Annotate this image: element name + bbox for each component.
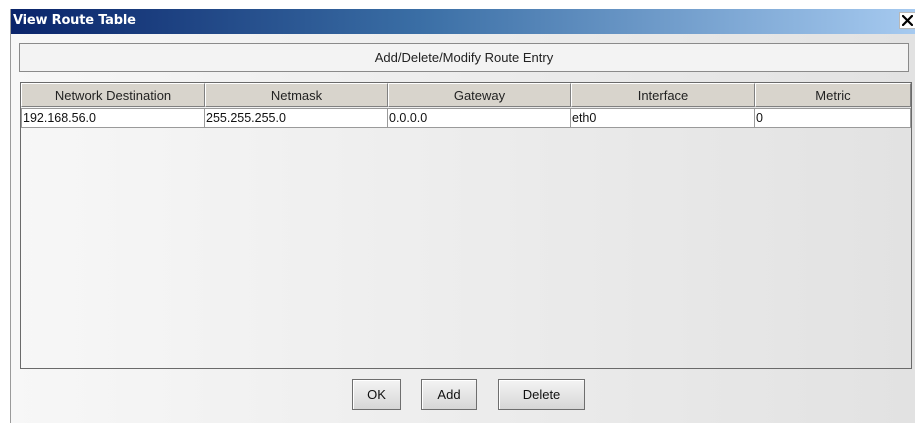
title-bar[interactable]: View Route Table <box>11 9 915 34</box>
ok-button[interactable]: OK <box>352 379 401 410</box>
table-header-row: Network Destination Netmask Gateway Inte… <box>21 83 911 107</box>
column-header-metric[interactable]: Metric <box>755 83 911 107</box>
column-header-label: Gateway <box>453 87 506 103</box>
cell-netmask[interactable]: 255.255.255.0 <box>204 108 388 128</box>
column-header-netmask[interactable]: Netmask <box>205 83 388 107</box>
dialog-body: Add/Delete/Modify Route Entry Network De… <box>11 34 915 423</box>
route-table-dialog: View Route Table Add/Delete/Modify Route… <box>10 9 915 423</box>
route-entry-heading-label: Add/Delete/Modify Route Entry <box>374 50 554 65</box>
column-header-gateway[interactable]: Gateway <box>388 83 571 107</box>
column-header-label: Metric <box>815 87 851 103</box>
window-title: View Route Table <box>13 13 136 28</box>
cell-metric[interactable]: 0 <box>754 108 911 128</box>
route-entry-heading: Add/Delete/Modify Route Entry <box>19 43 909 72</box>
route-table[interactable]: Network Destination Netmask Gateway Inte… <box>20 82 912 369</box>
column-header-label: Netmask <box>270 87 323 103</box>
close-button[interactable] <box>899 12 915 29</box>
delete-button[interactable]: Delete <box>498 379 585 410</box>
column-header-label: Interface <box>637 87 689 103</box>
add-button[interactable]: Add <box>421 379 477 410</box>
column-header-label: Network Destination <box>54 87 172 103</box>
cell-interface[interactable]: eth0 <box>570 108 755 128</box>
column-header-interface[interactable]: Interface <box>571 83 755 107</box>
cell-gateway[interactable]: 0.0.0.0 <box>387 108 571 128</box>
cell-network-destination[interactable]: 192.168.56.0 <box>21 108 205 128</box>
table-row[interactable]: 192.168.56.0 255.255.255.0 0.0.0.0 eth0 … <box>21 108 911 128</box>
close-icon <box>902 15 913 26</box>
column-header-network-destination[interactable]: Network Destination <box>21 83 205 107</box>
